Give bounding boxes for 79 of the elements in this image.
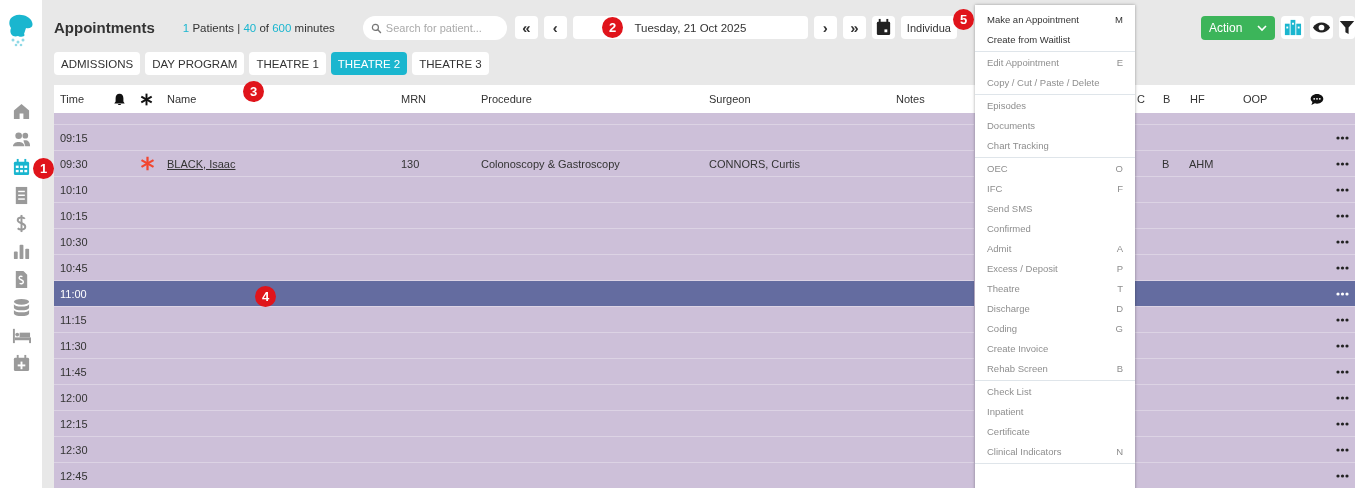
last-button[interactable]: »	[842, 16, 866, 39]
more-icon[interactable]	[1336, 239, 1349, 244]
column-header: Name	[167, 93, 198, 105]
bell-icon	[113, 92, 126, 106]
asterisk-icon	[140, 92, 153, 106]
table-cell-text: B	[1162, 157, 1171, 170]
more-icon[interactable]	[1336, 265, 1349, 270]
table-cell-text: 10:30	[60, 235, 89, 248]
table-cell-text: 11:30	[60, 339, 88, 352]
column-header: OOP	[1243, 93, 1269, 105]
column-header: MRN	[401, 93, 428, 105]
table-cell-text: 11:15	[60, 313, 88, 326]
building-icon	[1283, 18, 1302, 37]
table-cell-text: AHM	[1189, 157, 1215, 170]
more-icon[interactable]	[1336, 291, 1349, 296]
bar-chart-icon[interactable]	[11, 242, 31, 261]
tab[interactable]: THEATRE 1	[249, 52, 326, 75]
table-cell-text: 11:00	[60, 287, 88, 300]
more-icon[interactable]	[1336, 161, 1349, 166]
table-cell-text: 09:30	[60, 157, 89, 170]
previous-button[interactable]: ‹	[543, 16, 567, 39]
comment-icon	[1310, 92, 1324, 106]
table-cell-text: 12:00	[60, 391, 89, 404]
calendar-button[interactable]	[871, 16, 895, 39]
column-header: Time	[60, 93, 86, 105]
database-icon[interactable]	[11, 298, 31, 317]
tab[interactable]: ADMISSIONS	[54, 52, 141, 75]
table-cell-text: 10:10	[60, 183, 89, 196]
column-header: Surgeon	[709, 93, 752, 105]
column-header: HF	[1190, 93, 1206, 105]
table-cell-text: 12:15	[60, 417, 89, 430]
patient-link[interactable]: BLACK, Isaac	[167, 157, 401, 170]
more-icon[interactable]	[1336, 395, 1349, 400]
more-icon[interactable]	[1336, 473, 1349, 478]
chevron-icon	[1257, 23, 1267, 32]
filter-button[interactable]	[1339, 16, 1355, 39]
bed-icon[interactable]	[11, 326, 31, 345]
more-icon[interactable]	[1336, 447, 1349, 452]
tab[interactable]: DAY PROGRAM	[145, 52, 245, 75]
more-icon[interactable]	[1336, 369, 1349, 374]
appointment-stats: 1 Patients | 40 of 600 minutes	[182, 21, 335, 34]
table-cell-text: 12:30	[60, 443, 89, 456]
table-cell-text: 09:15	[60, 131, 89, 144]
filter-icon	[1339, 18, 1355, 37]
search-icon	[370, 22, 382, 34]
table-cell-text: 130	[401, 157, 421, 170]
more-icon[interactable]	[1336, 135, 1349, 140]
tab[interactable]: THEATRE 3	[412, 52, 489, 75]
column-header: C	[1137, 93, 1146, 105]
home-icon[interactable]	[11, 102, 31, 121]
more-icon[interactable]	[1336, 343, 1349, 348]
page-title: Appointments	[54, 19, 155, 36]
next-button[interactable]: ›	[813, 16, 837, 39]
table-cell-text: 10:15	[60, 209, 89, 222]
menu-item[interactable]: Make an Appointment M	[975, 9, 1135, 29]
logo-icon	[8, 14, 34, 48]
column-header: Procedure	[481, 93, 533, 105]
table-cell-text: CONNORS, Curtis	[709, 157, 802, 170]
more-icon[interactable]	[1336, 317, 1349, 322]
group-button[interactable]	[1281, 16, 1304, 39]
table-cell-text: Colonoscopy & Gastroscopy	[481, 157, 621, 170]
people-icon[interactable]	[11, 130, 31, 149]
table-row[interactable]	[1134, 280, 1355, 306]
view-dropdown[interactable]: Individua	[900, 16, 957, 39]
calendar-plus-icon[interactable]	[11, 354, 31, 373]
table-cell-text: 11:45	[60, 365, 88, 378]
more-icon[interactable]	[1336, 421, 1349, 426]
column-header: Notes	[896, 93, 926, 105]
table-cell-text: 12:45	[60, 469, 89, 482]
column-header: B	[1163, 93, 1172, 105]
eye-button[interactable]	[1310, 16, 1333, 39]
more-icon[interactable]	[1336, 213, 1349, 218]
calendar-icon[interactable]	[11, 158, 31, 177]
search-field[interactable]: Search for patient...	[362, 15, 507, 40]
table-cell-text: 10:45	[60, 261, 89, 274]
first-button[interactable]: «	[514, 16, 538, 39]
menu-item[interactable]: Create from Waitlist	[975, 29, 1135, 49]
step-marker: 5	[953, 9, 974, 30]
more-icon[interactable]	[1336, 187, 1349, 192]
